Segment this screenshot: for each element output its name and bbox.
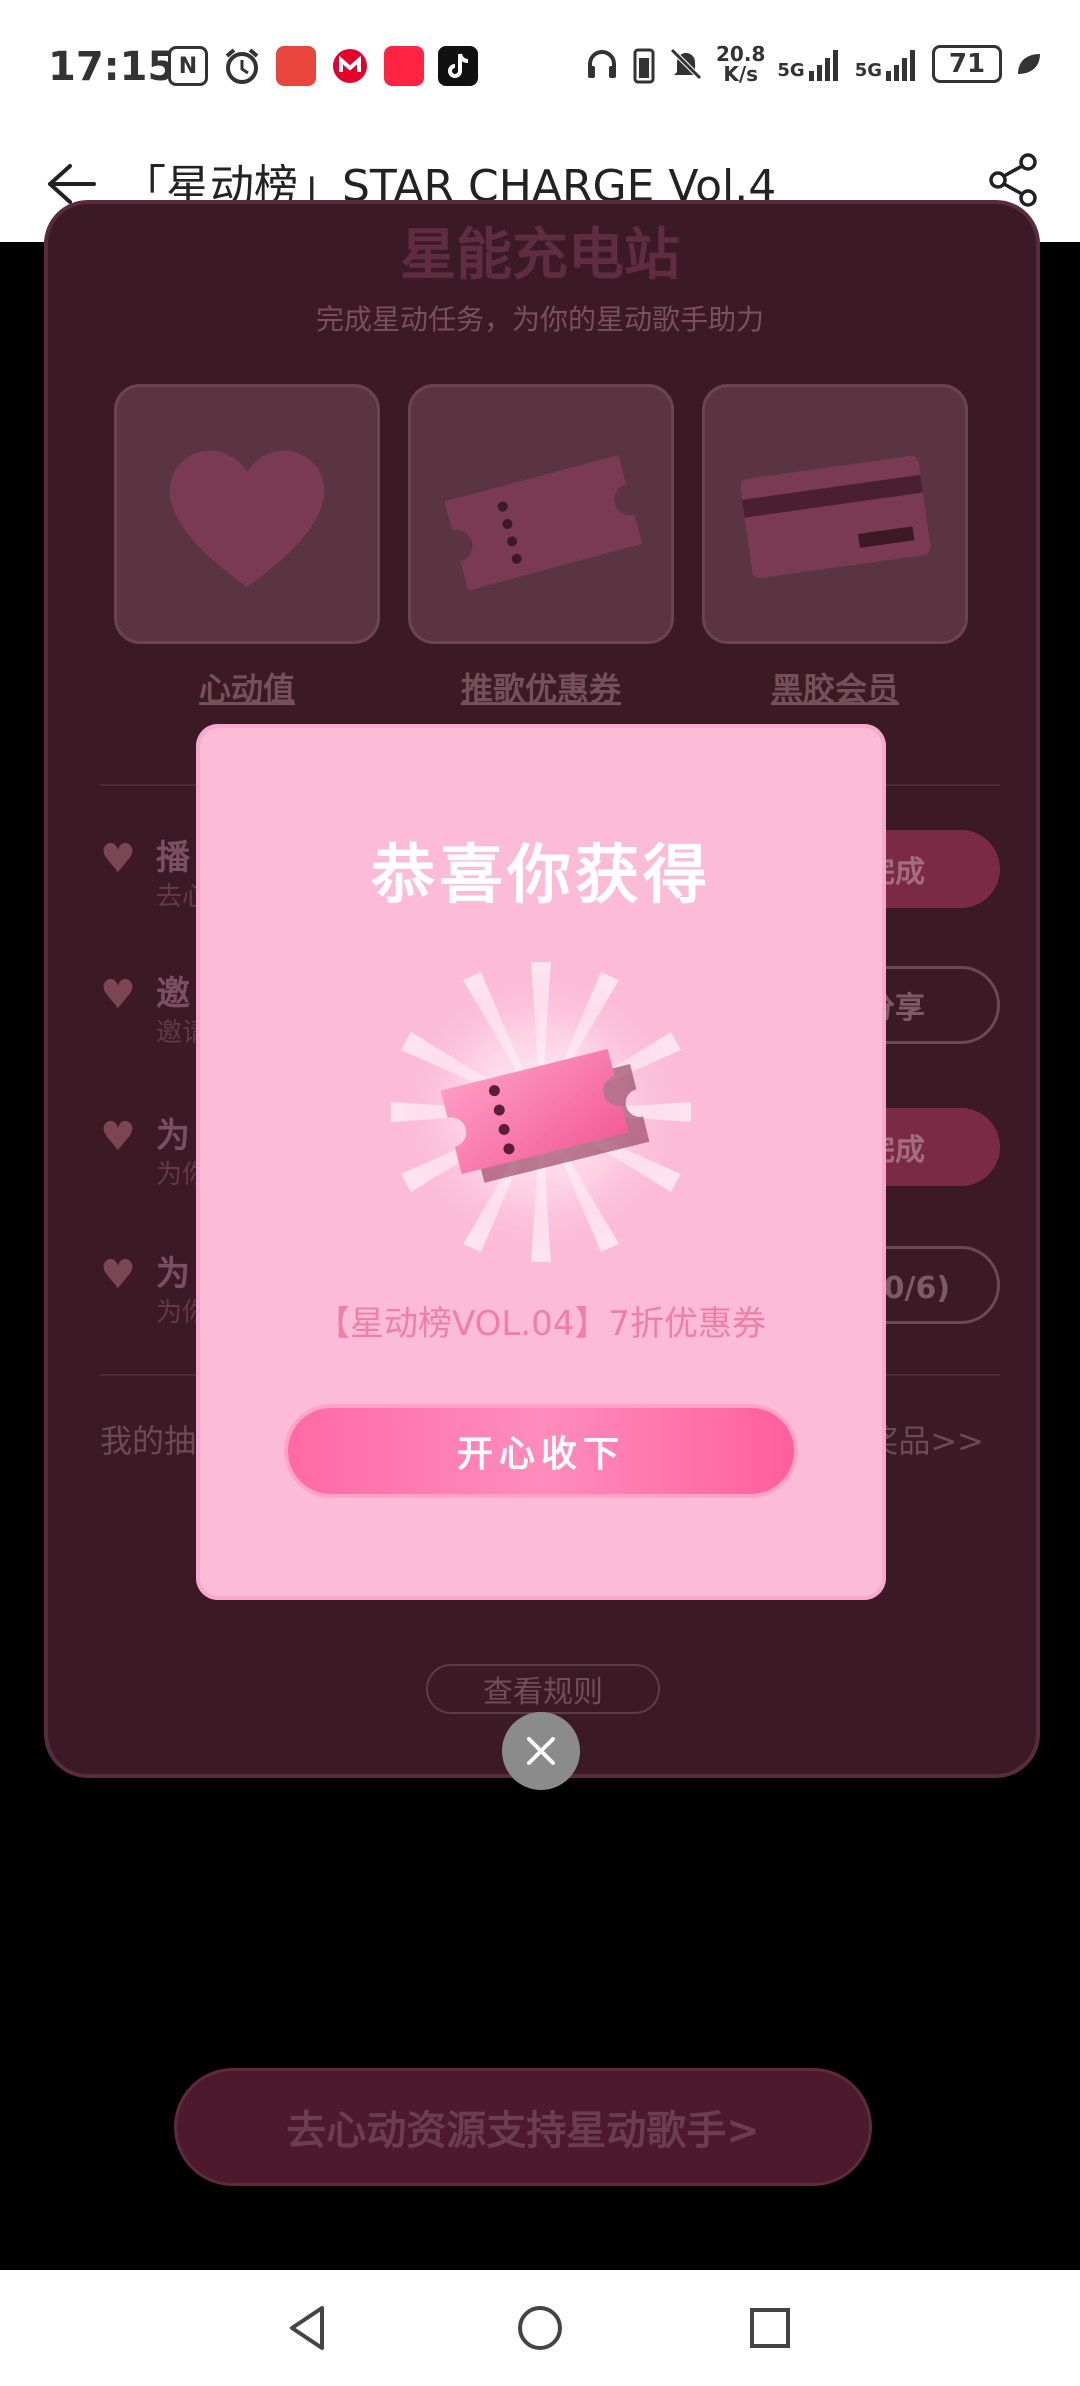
heart-icon: ♥ — [100, 836, 136, 882]
alarm-icon — [222, 46, 262, 86]
heart-icon — [169, 450, 325, 587]
system-icons: 20.8 K/s 5G 5G 71 — [584, 44, 1042, 84]
view-rules-button[interactable]: 查看规则 — [426, 1664, 660, 1714]
task-title: 播 — [156, 838, 190, 878]
accept-button[interactable]: 开心收下 — [284, 1404, 798, 1498]
headphones-icon — [588, 50, 617, 78]
signal-1: 5G — [777, 47, 842, 81]
close-icon — [527, 1737, 555, 1765]
mute-bell-icon — [670, 48, 702, 80]
status-bar: 17:15 N 20.8 K/s 5G 5G 71 — [0, 0, 1080, 130]
reward-card-heart[interactable] — [114, 384, 380, 644]
notification-icons: N — [168, 46, 478, 86]
reward-dialog: 恭喜你获得 【星动榜VOL.04】7折优惠券 开心收下 — [196, 724, 886, 1600]
section-title: 星能充电站 — [400, 223, 680, 288]
page: 17:15 N 20.8 K/s 5G 5G 71 「星动榜」STAR CHAR… — [0, 0, 1080, 2386]
task-title: 邀 — [156, 974, 190, 1014]
vip-card-icon — [740, 455, 931, 578]
status-time: 17:15 — [48, 44, 176, 90]
task-title: 为 — [156, 1116, 190, 1156]
heart-icon: ♥ — [100, 1114, 136, 1160]
section-subtitle: 完成星动任务，为你的星动歌手助力 — [315, 303, 764, 336]
close-dialog-button[interactable] — [502, 1712, 580, 1790]
my-draw-link[interactable]: 我的抽 — [100, 1416, 196, 1462]
nfc-icon: N — [168, 46, 208, 86]
reward-label-coupon[interactable]: 推歌优惠券 — [408, 664, 674, 710]
reward-card-vip[interactable] — [702, 384, 968, 644]
reward-label-vip[interactable]: 黑胶会员 — [702, 664, 968, 710]
system-nav-bar — [0, 2270, 1080, 2386]
reward-card-coupon[interactable] — [408, 384, 674, 644]
signal-bars-icon — [886, 50, 915, 81]
nav-back-icon[interactable] — [276, 2296, 340, 2360]
nav-recents-icon[interactable] — [738, 2296, 802, 2360]
heart-icon: ♥ — [100, 1252, 136, 1298]
dialog-title: 恭喜你获得 — [371, 839, 711, 913]
game-app-icon — [276, 46, 316, 86]
net-speed: 20.8 K/s — [716, 42, 766, 86]
support-singer-button[interactable]: 去心动资源支持星动歌手> — [174, 2068, 872, 2186]
signal-bars-icon — [808, 50, 838, 81]
heart-icon: ♥ — [100, 972, 136, 1018]
signal-2: 5G — [855, 47, 920, 81]
battery-level: 71 — [932, 45, 1002, 83]
ticket-icon — [444, 454, 643, 591]
tiktok-app-icon — [438, 46, 478, 86]
bank-app-icon — [330, 46, 370, 86]
xiaohongshu-app-icon — [384, 46, 424, 86]
nav-home-icon[interactable] — [508, 2296, 572, 2360]
reward-label-heart[interactable]: 心动值 — [114, 664, 380, 710]
task-title: 为 — [156, 1254, 190, 1294]
coupon-ticket-icon — [391, 962, 691, 1262]
device-battery-icon — [633, 48, 655, 84]
prize-name: 【星动榜VOL.04】7折优惠券 — [315, 1304, 767, 1344]
leaf-icon — [1018, 54, 1040, 74]
